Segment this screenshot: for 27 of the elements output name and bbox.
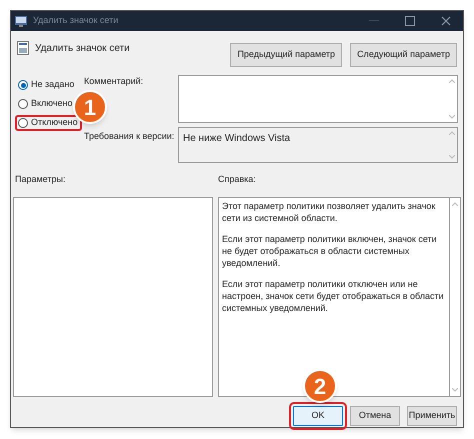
- scroll-down-icon[interactable]: [449, 115, 455, 119]
- scroll-up-icon[interactable]: [449, 131, 455, 135]
- nav-button[interactable]: Предыдущий параметр: [230, 43, 342, 67]
- radio-option[interactable]: Не задано: [18, 77, 74, 93]
- scroll-up-icon[interactable]: [452, 202, 458, 206]
- policy-icon: [17, 41, 29, 55]
- close-icon[interactable]: [441, 16, 451, 26]
- maximize-icon[interactable]: [405, 16, 415, 26]
- scroll-up-icon[interactable]: [449, 79, 455, 83]
- help-label: Справка:: [218, 173, 256, 186]
- requirements-label: Требования к версии:: [84, 130, 176, 143]
- help-paragraph: Если этот параметр политики отключен или не настроен, значок сети будет отображаться в области системных уведомлений.: [222, 278, 445, 314]
- comment-field[interactable]: [178, 75, 458, 123]
- options-label: Параметры:: [14, 173, 66, 186]
- nav-button[interactable]: Следующий параметр: [350, 43, 457, 67]
- window-title: Удалить значок сети: [33, 14, 118, 28]
- scroll-down-icon[interactable]: [452, 388, 458, 392]
- scroll-down-icon[interactable]: [449, 155, 455, 159]
- app-icon: [15, 16, 27, 26]
- requirements-value: Не ниже Windows Vista: [183, 132, 290, 146]
- dialog-button[interactable]: Отмена: [350, 406, 400, 426]
- help-paragraph: Этот параметр политики позволяет удалить значок сети из системной области.: [222, 200, 436, 224]
- policy-title: Удалить значок сети: [35, 42, 130, 56]
- radio-option[interactable]: Включено: [18, 96, 73, 112]
- comment-label: Комментарий:: [84, 75, 144, 88]
- help-paragraph: Если этот параметр политики включен, значок сети не будет отображаться в области системных уведомлений.: [222, 232, 438, 268]
- dialog-button[interactable]: Применить: [407, 406, 457, 426]
